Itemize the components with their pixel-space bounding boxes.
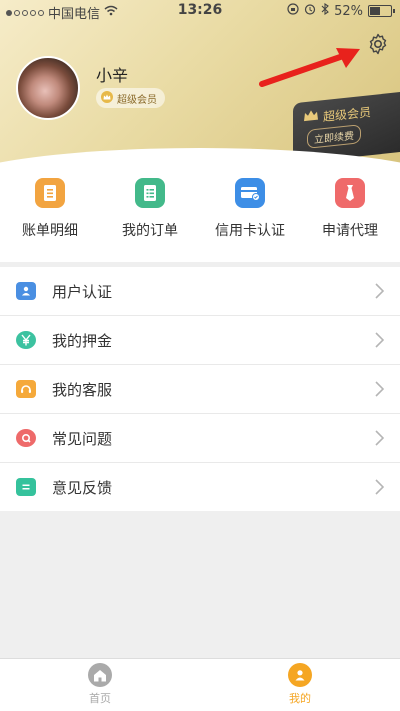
shortcut-credit-card-verify[interactable]: 信用卡认证: [200, 178, 300, 248]
alarm-icon: [304, 3, 316, 19]
user-icon: [288, 663, 312, 687]
home-icon: [88, 663, 112, 687]
settings-gear-icon[interactable]: [366, 32, 390, 56]
status-bar: 中国电信 13:26 52%: [0, 0, 400, 22]
shortcut-row: 账单明细 我的订单 信用卡认证 申请代理: [0, 170, 400, 262]
shortcut-apply-agent[interactable]: 申请代理: [300, 178, 400, 248]
menu-item-faq[interactable]: 常见问题: [0, 414, 400, 463]
chevron-right-icon: [375, 381, 385, 401]
rotation-lock-icon: [287, 3, 299, 19]
tab-home-label: 首页: [89, 692, 111, 705]
vip-card-title: 超级会员: [323, 105, 372, 125]
menu-item-user-verification[interactable]: 用户认证: [0, 267, 400, 316]
shortcut-label: 申请代理: [322, 223, 378, 239]
menu-item-my-deposit[interactable]: 我的押金: [0, 316, 400, 365]
chevron-right-icon: [375, 332, 385, 352]
battery-icon: [368, 5, 395, 17]
tie-icon: [335, 178, 365, 208]
crown-icon: [100, 90, 114, 106]
renew-button[interactable]: 立即续费: [307, 124, 361, 149]
menu-item-label: 意见反馈: [52, 479, 113, 497]
service-icon: [16, 380, 36, 398]
user-id-icon: [16, 282, 36, 300]
yen-icon: [16, 331, 36, 349]
menu-item-feedback[interactable]: 意见反馈: [0, 463, 400, 511]
tab-home[interactable]: 首页: [50, 663, 150, 706]
red-arrow-annotation: [258, 46, 364, 92]
profile-header: 中国电信 13:26 52% 小辛 超级会员 超级会员 立即续费: [0, 0, 400, 170]
question-icon: [16, 429, 36, 447]
avatar[interactable]: [16, 56, 80, 120]
username: 小辛: [96, 66, 129, 85]
chevron-right-icon: [375, 430, 385, 450]
menu-item-customer-service[interactable]: 我的客服: [0, 365, 400, 414]
shortcut-bill-details[interactable]: 账单明细: [0, 178, 100, 248]
member-badge-label: 超级会员: [117, 94, 157, 106]
menu-item-label: 常见问题: [52, 430, 113, 448]
shortcut-label: 账单明细: [22, 223, 78, 239]
credit-card-icon: [235, 178, 265, 208]
bill-icon: [35, 178, 65, 208]
chevron-right-icon: [375, 479, 385, 499]
shortcut-label: 信用卡认证: [215, 223, 285, 239]
crown-icon: [303, 110, 319, 127]
settings-menu: 用户认证 我的押金 我的客服 常见问题 意见反馈: [0, 267, 400, 511]
shortcut-my-orders[interactable]: 我的订单: [100, 178, 200, 248]
battery-percent: 52%: [334, 3, 363, 19]
feedback-icon: [16, 478, 36, 496]
member-badge: 超级会员: [96, 88, 165, 108]
bluetooth-icon: [321, 2, 329, 19]
tab-mine-label: 我的: [289, 692, 311, 705]
tab-mine[interactable]: 我的: [250, 663, 350, 706]
shortcut-label: 我的订单: [122, 223, 178, 239]
menu-item-label: 我的押金: [52, 332, 113, 350]
chevron-right-icon: [375, 283, 385, 303]
order-icon: [135, 178, 165, 208]
menu-item-label: 用户认证: [52, 283, 113, 301]
menu-item-label: 我的客服: [52, 381, 113, 399]
bottom-tab-bar: 首页 我的: [0, 658, 400, 711]
